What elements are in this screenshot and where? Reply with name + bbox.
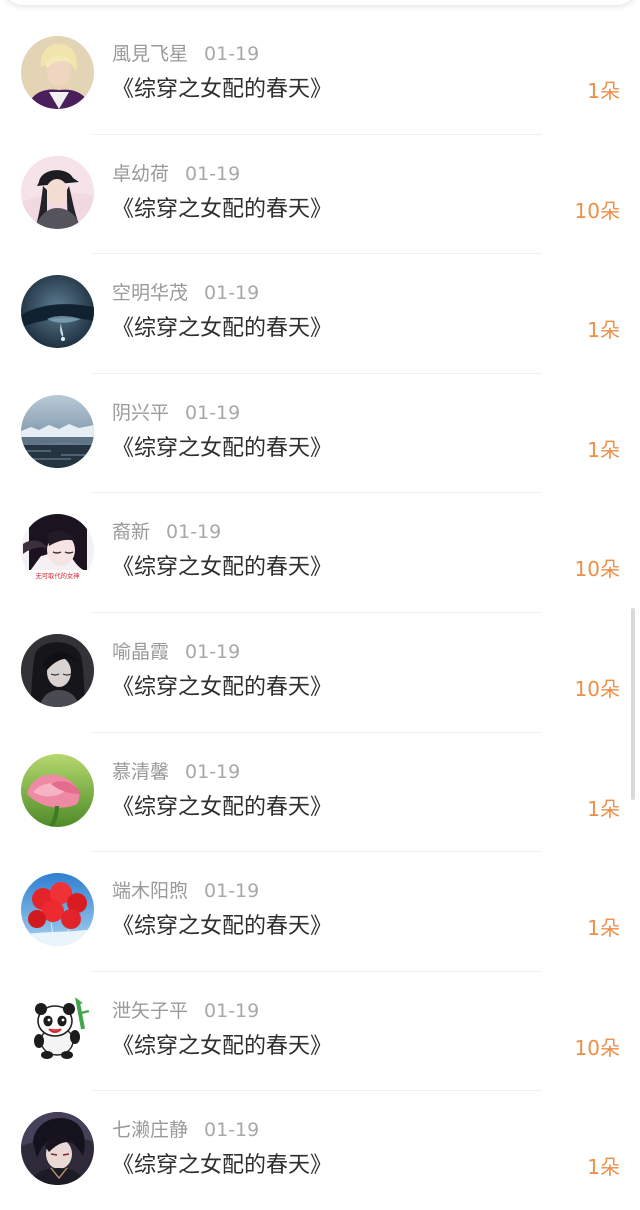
list-item[interactable]: 泄矢子平 01-19 《综穿之女配的春天》 10朵 — [0, 972, 640, 1092]
gift-date: 01-19 — [204, 880, 260, 903]
gift-amount: 10朵 — [574, 557, 620, 582]
gift-amount: 1朵 — [587, 1155, 620, 1180]
avatar-girl-with-cap-image — [21, 155, 94, 229]
user-name[interactable]: 風見飞星 — [112, 43, 188, 65]
book-title[interactable]: 《综穿之女配的春天》 — [112, 910, 332, 944]
book-title[interactable]: 《综穿之女配的春天》 — [112, 432, 332, 466]
user-avatar[interactable] — [21, 275, 94, 349]
list-item[interactable]: 七濑庄静 01-19 《综穿之女配的春天》 1朵 — [0, 1091, 640, 1210]
user-name-line: 泄矢子平 01-19 — [112, 996, 259, 1026]
user-name[interactable]: 空明华茂 — [112, 282, 188, 304]
gift-date: 01-19 — [185, 640, 241, 663]
book-title[interactable]: 《综穿之女配的春天》 — [112, 551, 332, 585]
user-name-line: 風見飞星 01-19 — [112, 39, 259, 69]
gift-list[interactable]: 風見飞星 01-19 《综穿之女配的春天》 1朵 卓幼荷 01-19 《综穿之女… — [0, 15, 640, 1210]
gift-date: 01-19 — [166, 521, 222, 544]
avatar-anime-girl-badge-image: 无可取代的女神 — [21, 514, 94, 588]
gift-amount: 1朵 — [587, 79, 620, 103]
list-item[interactable]: 空明华茂 01-19 《综穿之女配的春天》 1朵 — [0, 254, 640, 374]
user-avatar[interactable] — [21, 1112, 94, 1186]
book-title[interactable]: 《综穿之女配的春天》 — [112, 671, 332, 705]
user-name-line: 七濑庄静 01-19 — [112, 1115, 259, 1145]
gift-date: 01-19 — [204, 43, 260, 65]
gift-amount: 10朵 — [574, 198, 620, 223]
user-name-line: 裔新 01-19 — [112, 517, 221, 547]
gift-date: 01-19 — [185, 162, 241, 185]
gift-date: 01-19 — [185, 760, 241, 783]
user-name-line: 慕清馨 01-19 — [112, 757, 240, 787]
avatar-panda-image — [21, 992, 94, 1066]
book-title[interactable]: 《综穿之女配的春天》 — [112, 1030, 332, 1064]
gift-record-page: 風見飞星 01-19 《综穿之女配的春天》 1朵 卓幼荷 01-19 《综穿之女… — [0, 0, 640, 1210]
user-name-line: 端木阳煦 01-19 — [112, 876, 259, 906]
list-item[interactable]: 阴兴平 01-19 《综穿之女配的春天》 1朵 — [0, 374, 640, 494]
user-name-line: 空明华茂 01-19 — [112, 278, 259, 308]
list-item[interactable]: 慕清馨 01-19 《综穿之女配的春天》 1朵 — [0, 733, 640, 853]
avatar-blond-man-image — [21, 36, 94, 109]
user-name[interactable]: 泄矢子平 — [112, 1000, 188, 1022]
top-sheet-edge — [0, 0, 640, 5]
user-name[interactable]: 慕清馨 — [112, 761, 169, 783]
user-name-line: 卓幼荷 01-19 — [112, 159, 240, 189]
gift-date: 01-19 — [204, 282, 260, 305]
list-item[interactable]: 喻晶霞 01-19 《综穿之女配的春天》 10朵 — [0, 613, 640, 733]
gift-amount: 1朵 — [587, 916, 620, 941]
book-title[interactable]: 《综穿之女配的春天》 — [112, 791, 332, 825]
user-avatar[interactable] — [21, 753, 94, 827]
user-name[interactable]: 卓幼荷 — [112, 163, 169, 185]
gift-amount: 10朵 — [574, 1035, 620, 1060]
avatar-red-balloons-image — [21, 873, 94, 947]
user-name[interactable]: 阴兴平 — [112, 402, 169, 424]
user-avatar[interactable] — [21, 155, 94, 229]
book-title[interactable]: 《综穿之女配的春天》 — [112, 312, 332, 346]
avatar-dark-haired-girl-image — [21, 633, 94, 707]
avatar-badge-text: 无可取代的女神 — [35, 571, 79, 580]
book-title[interactable]: 《综穿之女配的春天》 — [112, 193, 332, 227]
user-name[interactable]: 七濑庄静 — [112, 1119, 188, 1141]
gift-date: 01-19 — [185, 401, 241, 424]
list-item[interactable]: 風見飞星 01-19 《综穿之女配的春天》 1朵 — [0, 15, 640, 135]
user-avatar[interactable] — [21, 992, 94, 1066]
user-avatar[interactable] — [21, 394, 94, 468]
list-item[interactable]: 端木阳煦 01-19 《综穿之女配的春天》 1朵 — [0, 852, 640, 972]
avatar-water-drop-image — [21, 275, 94, 349]
user-name-line: 阴兴平 01-19 — [112, 398, 240, 428]
gift-amount: 1朵 — [587, 437, 620, 462]
user-avatar[interactable] — [21, 873, 94, 947]
user-avatar[interactable] — [21, 633, 94, 707]
user-name-line: 喻晶霞 01-19 — [112, 637, 240, 667]
user-name[interactable]: 端木阳煦 — [112, 880, 188, 902]
gift-date: 01-19 — [204, 999, 260, 1022]
book-title[interactable]: 《综穿之女配的春天》 — [112, 73, 332, 107]
user-avatar[interactable] — [21, 36, 94, 109]
gift-date: 01-19 — [204, 1119, 260, 1142]
gift-amount: 1朵 — [587, 796, 620, 821]
user-name[interactable]: 裔新 — [112, 521, 150, 543]
user-avatar[interactable]: 无可取代的女神 — [21, 514, 94, 588]
avatar-pink-flower-image — [21, 753, 94, 827]
list-item[interactable]: 卓幼荷 01-19 《综穿之女配的春天》 10朵 — [0, 135, 640, 255]
avatar-anime-man-image — [21, 1112, 94, 1186]
avatar-ice-landscape-image — [21, 394, 94, 468]
scrollbar-thumb[interactable] — [631, 608, 635, 800]
gift-amount: 1朵 — [587, 318, 620, 343]
book-title[interactable]: 《综穿之女配的春天》 — [112, 1149, 332, 1183]
user-name[interactable]: 喻晶霞 — [112, 641, 169, 663]
list-item[interactable]: 无可取代的女神 裔新 01-19 《综穿之女配的春天》 10朵 — [0, 493, 640, 613]
gift-amount: 10朵 — [574, 676, 620, 701]
